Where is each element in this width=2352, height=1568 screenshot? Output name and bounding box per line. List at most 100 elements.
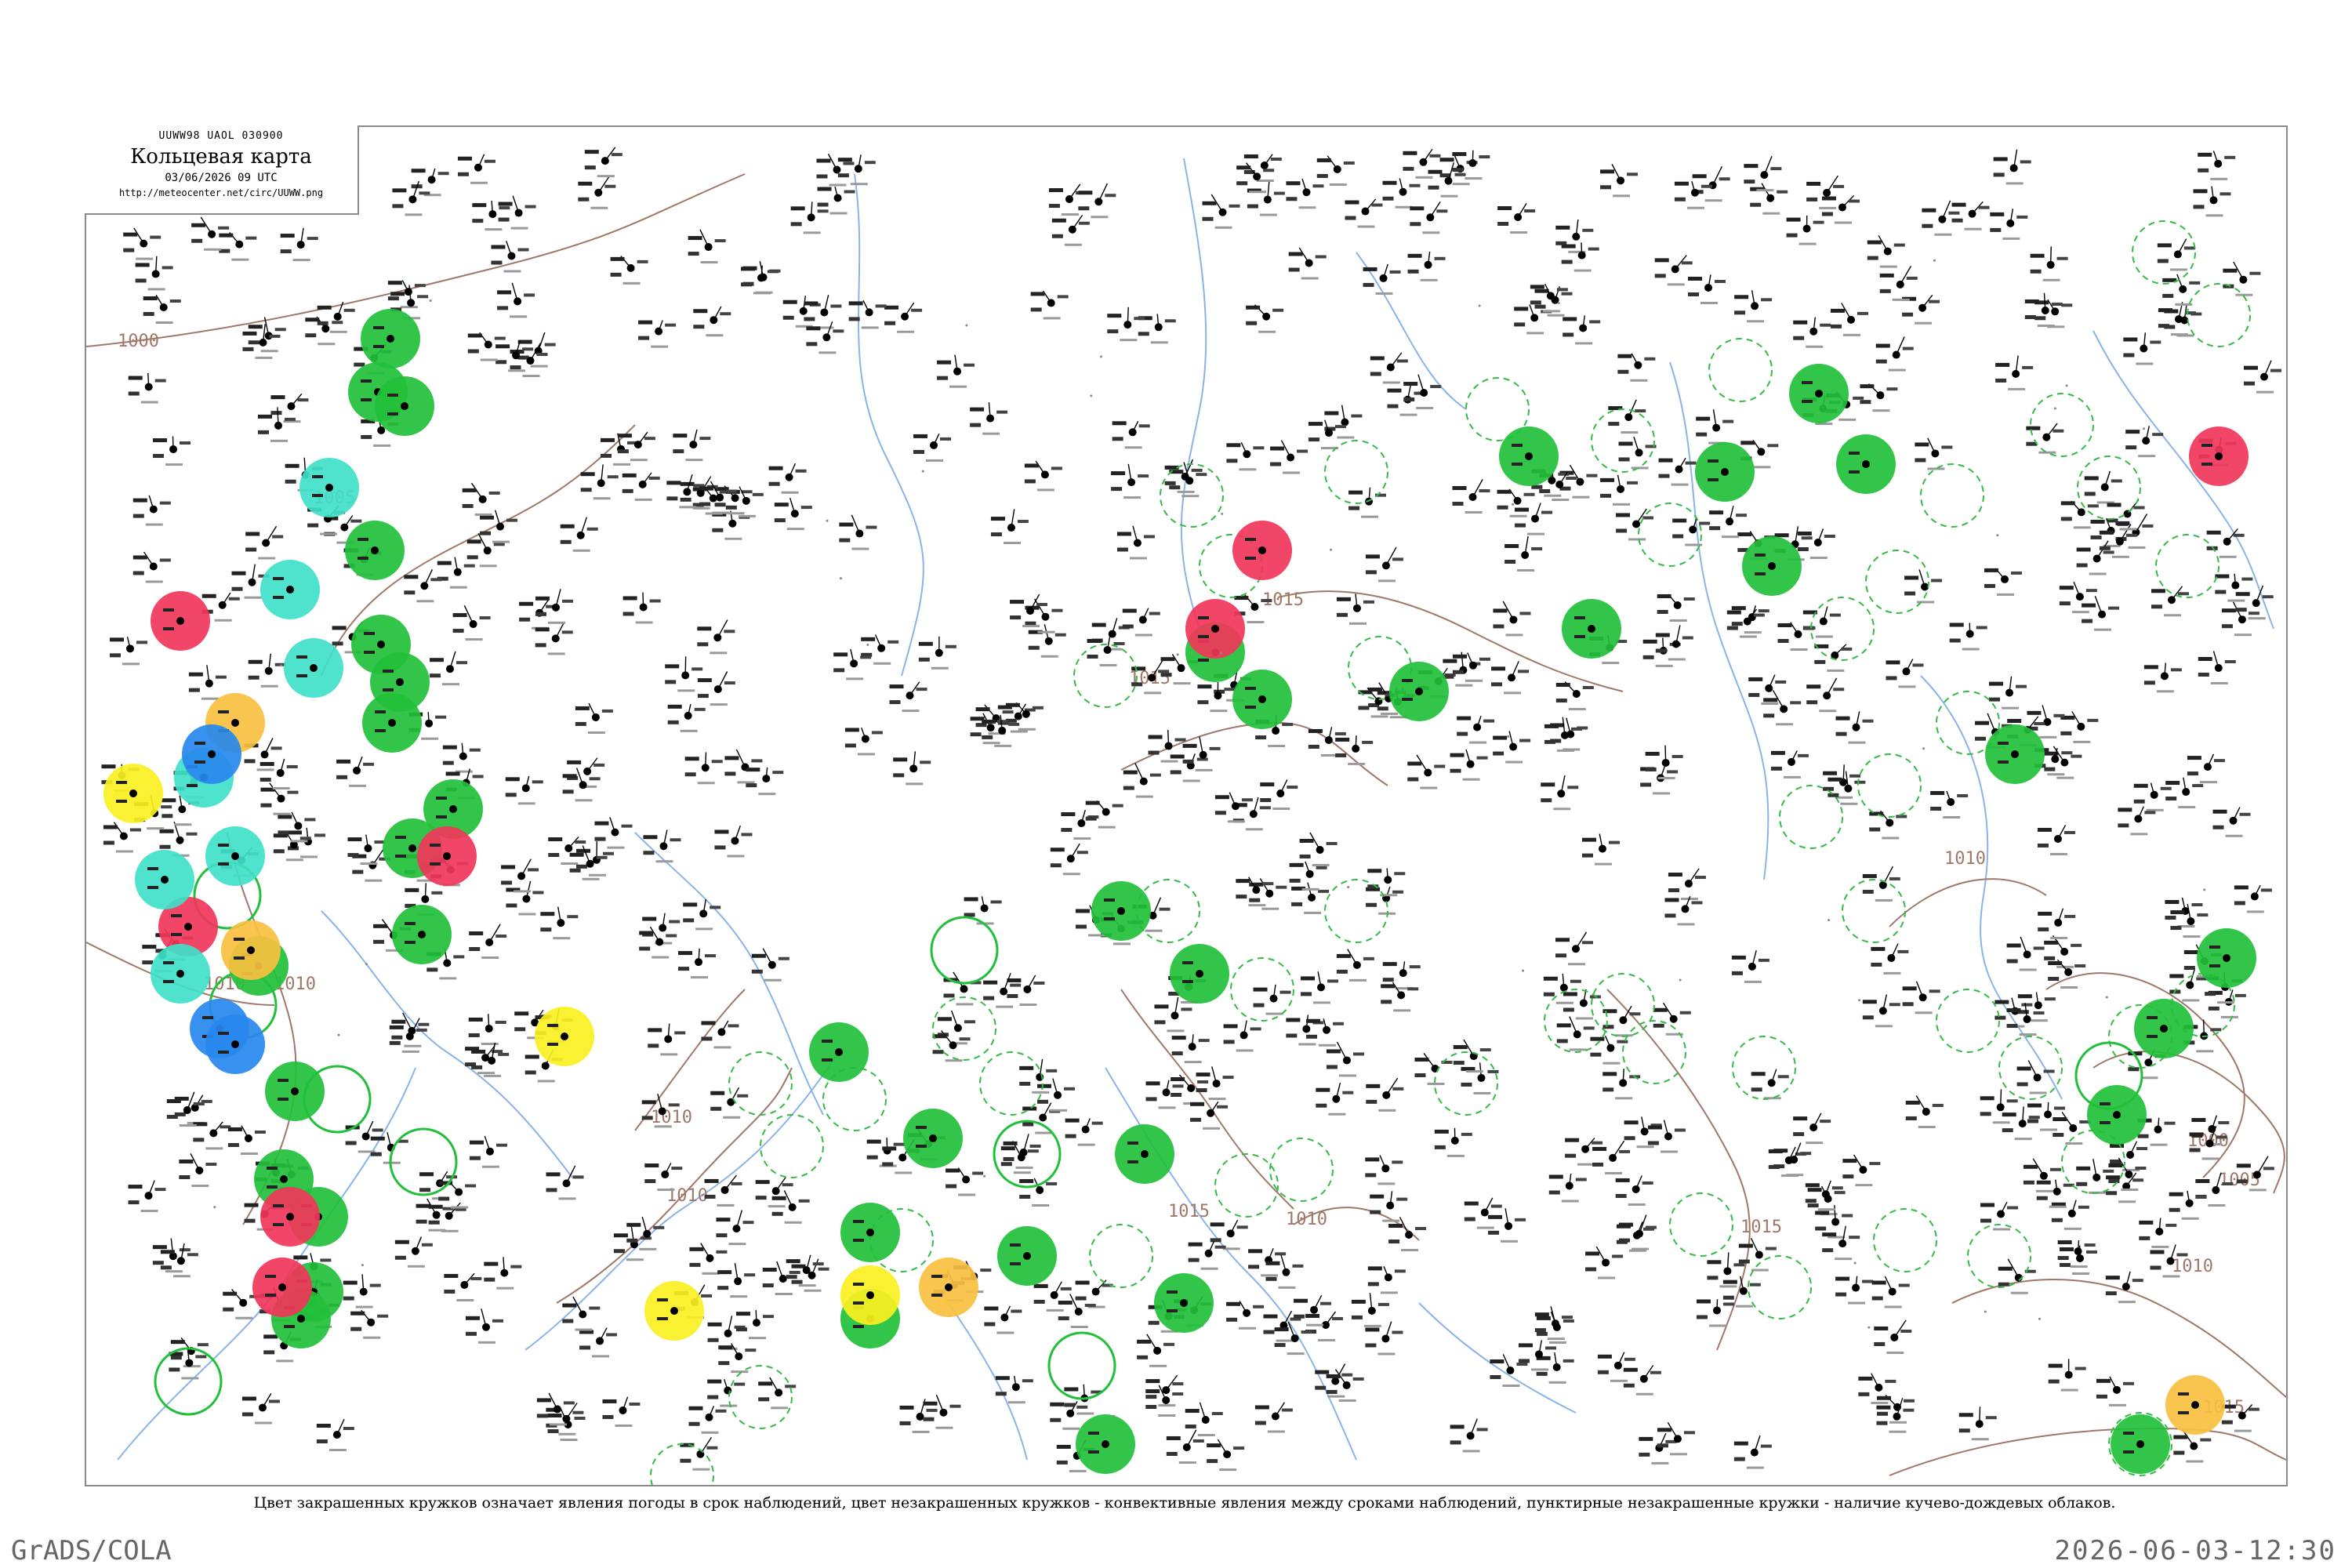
station-index-ink — [685, 459, 703, 462]
station-value-ink — [1403, 382, 1418, 387]
wind-barb — [1246, 162, 1258, 177]
station-index-ink — [2169, 268, 2187, 271]
station-index-ink — [912, 1430, 930, 1433]
station-value-ink — [1862, 1000, 1877, 1004]
station-value-ink — [445, 771, 460, 776]
station-index-ink — [1962, 648, 1980, 651]
station-value-ink — [1260, 798, 1272, 803]
station-index-ink — [2219, 555, 2237, 558]
station-index-ink — [1598, 1276, 1616, 1279]
station-value-ink — [1396, 1197, 1408, 1201]
grid-dot — [2105, 996, 2108, 999]
station-value-ink — [1763, 713, 1775, 718]
station-value-ink — [1543, 992, 1555, 996]
station-index-ink — [1462, 778, 1480, 781]
station-index-ink — [407, 1265, 425, 1268]
station-value-ink — [373, 924, 388, 928]
station-value-ink — [1145, 1379, 1160, 1384]
station-value-ink — [1518, 1359, 1530, 1363]
map-title-box: UUWW98 UAOL 030900 Кольцевая карта 03/06… — [85, 125, 359, 215]
station-value-ink — [1655, 633, 1670, 637]
station-value-ink — [532, 780, 543, 784]
station-value-ink — [1581, 853, 1593, 858]
station-value-ink — [596, 855, 608, 859]
station-value-ink — [1602, 1072, 1617, 1076]
station-value-ink — [1363, 600, 1374, 604]
station-index-ink — [873, 662, 891, 665]
station-value-ink — [1556, 1039, 1568, 1044]
station-value-ink — [2034, 722, 2045, 726]
station-value-ink — [1003, 1156, 1014, 1161]
station-value-ink — [1679, 1011, 1691, 1014]
station-index-ink — [660, 1053, 678, 1056]
station-value-ink — [453, 955, 465, 959]
station-value-ink — [1382, 962, 1397, 967]
station-index-ink — [996, 1005, 1014, 1008]
station-value-ink — [844, 190, 855, 194]
station-value-ink — [1563, 332, 1574, 337]
grid-dot — [1996, 534, 1999, 537]
station-value-ink — [1820, 1120, 1831, 1123]
cb-cloud-circle — [1732, 1036, 1796, 1100]
isobar-12 — [1889, 878, 2047, 927]
station-value-ink — [1797, 546, 1809, 551]
station-index-ink — [115, 850, 133, 853]
station-value-ink — [1777, 623, 1792, 628]
isobar-10 — [1889, 1427, 2286, 1476]
station-value-ink — [2158, 324, 2169, 328]
station-index-ink — [1892, 298, 1910, 301]
station-index-ink — [781, 491, 799, 494]
station-value-ink — [1821, 196, 1836, 201]
station-index-ink — [558, 1432, 576, 1436]
station-index-ink — [1112, 942, 1131, 946]
station-value-ink — [2132, 1178, 2144, 1182]
station-dot — [418, 931, 426, 938]
station-index-ink — [1636, 1145, 1654, 1149]
station-value-ink — [2048, 960, 2063, 965]
station-value-ink — [882, 1146, 897, 1151]
map-url[interactable]: http://meteocenter.net/circ/UUWW.png — [85, 187, 358, 198]
station-value-ink — [197, 1343, 209, 1347]
station-value-ink — [771, 1211, 783, 1216]
station-index-ink — [514, 890, 532, 893]
station-value-ink — [218, 862, 229, 866]
wind-barb — [1279, 779, 1288, 794]
station-value-ink — [2164, 1121, 2176, 1125]
station-value-ink — [430, 862, 441, 866]
station-value-ink — [470, 1276, 482, 1280]
station-value-ink — [1272, 308, 1284, 312]
station-value-ink — [1842, 1159, 1857, 1163]
station-value-ink — [169, 299, 181, 303]
wind-barb — [1826, 175, 1838, 194]
station-value-ink — [1196, 1073, 1210, 1077]
station-value-ink — [219, 233, 234, 238]
station-value-ink — [562, 1303, 577, 1308]
station-index-ink — [1287, 1352, 1305, 1356]
station-value-ink — [1536, 1316, 1551, 1320]
station-value-ink — [1336, 612, 1348, 617]
station-index-ink — [1465, 177, 1483, 180]
wind-barb — [2077, 1240, 2080, 1252]
station-value-ink — [774, 503, 789, 507]
station-value-ink — [2152, 433, 2164, 437]
station-value-ink — [1145, 1395, 1157, 1399]
station-value-ink — [1657, 609, 1668, 614]
station-index-ink — [2038, 451, 2056, 454]
station-index-ink — [1380, 1291, 1398, 1294]
station-value-ink — [683, 902, 698, 907]
station-value-ink — [2133, 799, 2145, 804]
station-value-ink — [1443, 659, 1457, 663]
station-value-ink — [2084, 1243, 2096, 1247]
station-value-ink — [1370, 356, 1385, 361]
station-index-ink — [775, 1293, 793, 1296]
station-value-ink — [1091, 622, 1106, 627]
station-index-ink — [2071, 611, 2089, 614]
station-value-ink — [853, 1325, 864, 1328]
station-value-ink — [278, 815, 292, 819]
station-value-ink — [1479, 489, 1490, 493]
station-dot — [396, 678, 404, 686]
station-index-ink — [1655, 664, 1673, 667]
station-value-ink — [1288, 252, 1303, 256]
station-value-ink — [1033, 1283, 1048, 1288]
wind-barb — [538, 332, 546, 351]
